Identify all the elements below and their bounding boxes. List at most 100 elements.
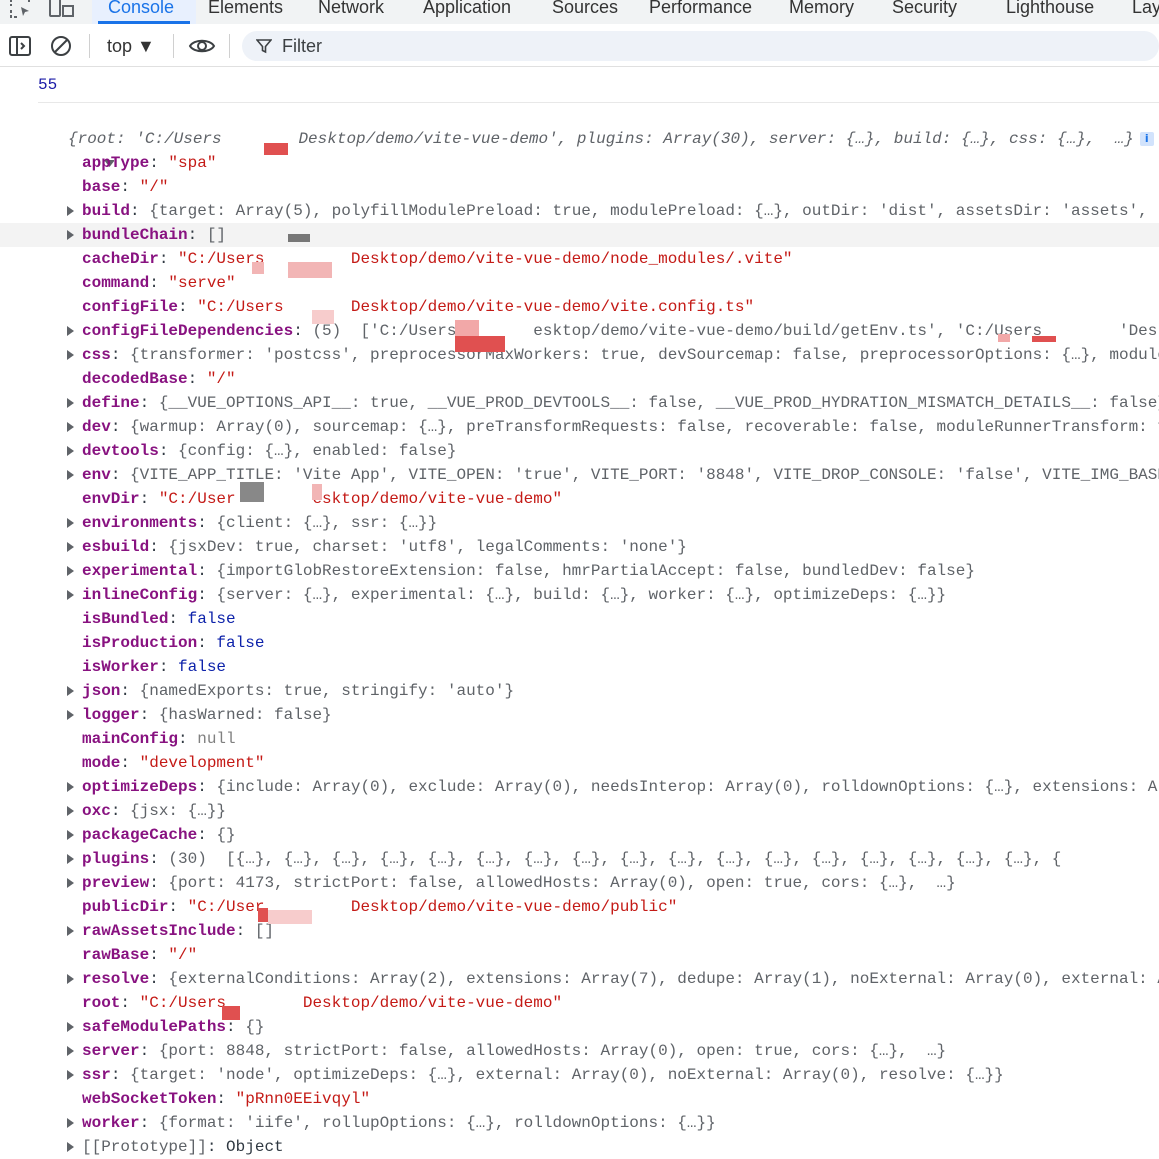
collapsed-triangle-icon[interactable] [66,319,76,343]
tab-network[interactable]: Network [318,0,384,18]
redaction-mark [998,334,1010,342]
property-row[interactable]: env: {VITE_APP_TITLE: 'Vite App', VITE_O… [0,463,1159,487]
property-separator: : [197,562,217,580]
filter-input[interactable]: Filter [242,31,1159,61]
property-row[interactable]: experimental: {importGlobRestoreExtensio… [0,559,1159,583]
property-row[interactable]: json: {namedExports: true, stringify: 'a… [0,679,1159,703]
collapsed-triangle-icon[interactable] [66,823,76,847]
collapsed-triangle-icon[interactable] [66,439,76,463]
collapsed-triangle-icon[interactable] [66,535,76,559]
tab-sources[interactable]: Sources [552,0,618,18]
tab-elements[interactable]: Elements [208,0,283,18]
property-row[interactable]: inlineConfig: {server: {…}, experimental… [0,583,1159,607]
tab-console[interactable]: Console [108,0,174,18]
collapsed-triangle-icon[interactable] [66,463,76,487]
property-separator: : [120,682,140,700]
property-value: "C:/Users Desktop/demo/vite-vue-demo/vit… [197,298,755,316]
property-value: {__VUE_OPTIONS_API__: true, __VUE_PROD_D… [158,394,1159,412]
live-expression-eye-icon[interactable] [188,34,216,58]
redaction-mark [1032,336,1056,342]
collapsed-triangle-icon[interactable] [66,967,76,991]
property-value: {VITE_APP_TITLE: 'Vite App', VITE_OPEN: … [130,466,1159,484]
collapsed-triangle-icon[interactable] [66,679,76,703]
property-separator: : [110,1066,131,1084]
property-row[interactable]: bundleChain: [] [0,223,1159,247]
collapsed-triangle-icon[interactable] [66,799,76,823]
property-row[interactable]: configFileDependencies: (5) ['C:/Users e… [0,319,1159,343]
property-value: {} [245,1018,265,1036]
tab-application[interactable]: Application [423,0,511,18]
property-value: {warmup: Array(0), sourcemap: {…}, preTr… [130,418,1159,436]
collapsed-triangle-icon[interactable] [66,871,76,895]
property-key: mode [82,754,121,772]
collapsed-triangle-icon[interactable] [66,919,76,943]
property-separator: : [235,922,255,940]
property-key: packageCache [82,826,198,844]
property-row[interactable]: plugins: (30) [{…}, {…}, {…}, {…}, {…}, … [0,847,1159,871]
property-row[interactable]: safeModulePaths: {} [0,1015,1159,1039]
collapsed-triangle-icon[interactable] [66,511,76,535]
redaction-mark [288,234,310,242]
collapsed-triangle-icon[interactable] [66,415,76,439]
sidebar-toggle-icon[interactable] [8,34,32,58]
tab-memory[interactable]: Memory [789,0,854,18]
property-row[interactable]: build: {target: Array(5), polyfillModule… [0,199,1159,223]
collapsed-triangle-icon[interactable] [66,223,76,247]
property-key: decodedBase [82,370,188,388]
property-key: optimizeDeps [82,778,198,796]
property-value: {} [216,826,236,844]
property-row[interactable]: devtools: {config: {…}, enabled: false} [0,439,1159,463]
collapsed-triangle-icon[interactable] [66,343,76,367]
collapsed-triangle-icon[interactable] [66,391,76,415]
collapsed-triangle-icon[interactable] [66,1135,76,1159]
tab-performance[interactable]: Performance [649,0,752,18]
property-row[interactable]: optimizeDeps: {include: Array(0), exclud… [0,775,1159,799]
property-row[interactable]: oxc: {jsx: {…}} [0,799,1159,823]
tab-security[interactable]: Security [892,0,957,18]
property-separator: : [149,946,169,964]
property-separator: : [139,1114,159,1132]
property-row[interactable]: logger: {hasWarned: false} [0,703,1159,727]
collapsed-triangle-icon[interactable] [66,1039,76,1063]
property-row[interactable]: preview: {port: 4173, strictPort: false,… [0,871,1159,895]
property-separator: : [197,586,217,604]
collapsed-triangle-icon[interactable] [66,775,76,799]
tab-layers[interactable]: Lay [1132,0,1159,18]
clear-console-icon[interactable] [49,34,73,58]
collapsed-triangle-icon[interactable] [66,703,76,727]
property-key: ssr [82,1066,111,1084]
collapsed-triangle-icon[interactable] [66,199,76,223]
inspect-element-icon[interactable] [8,0,32,20]
property-row[interactable]: packageCache: {} [0,823,1159,847]
property-value: {port: 4173, strictPort: false, allowedH… [168,874,956,892]
root-object-summary[interactable]: {root: 'C:/Users Desktop/demo/vite-vue-d… [0,127,1159,167]
property-row[interactable]: resolve: {externalConditions: Array(2), … [0,967,1159,991]
property-key: dev [82,418,111,436]
property-row[interactable]: ssr: {target: 'node', optimizeDeps: {…},… [0,1063,1159,1087]
property-row[interactable]: worker: {format: 'iife', rollupOptions: … [0,1111,1159,1135]
property-row[interactable]: rawAssetsInclude: [] [0,919,1159,943]
property-row[interactable]: [[Prototype]]: Object [0,1135,1159,1159]
property-row[interactable]: esbuild: {jsxDev: true, charset: 'utf8',… [0,535,1159,559]
info-icon[interactable]: i [1139,131,1154,146]
property-key: esbuild [82,538,150,556]
property-row[interactable]: define: {__VUE_OPTIONS_API__: true, __VU… [0,391,1159,415]
property-row[interactable]: css: {transformer: 'postcss', preprocess… [0,343,1159,367]
property-row[interactable]: environments: {client: {…}, ssr: {…}} [0,511,1159,535]
redaction-mark [222,1006,240,1020]
collapsed-triangle-icon[interactable] [66,1111,76,1135]
property-value: {target: Array(5), polyfillModulePreload… [149,202,1159,220]
property-row[interactable]: dev: {warmup: Array(0), sourcemap: {…}, … [0,415,1159,439]
property-row[interactable]: server: {port: 8848, strictPort: false, … [0,1039,1159,1063]
expanded-triangle-icon[interactable] [46,127,115,167]
tab-lighthouse[interactable]: Lighthouse [1006,0,1094,18]
collapsed-triangle-icon[interactable] [66,1015,76,1039]
device-toolbar-icon[interactable] [48,0,76,20]
context-selector[interactable]: top ▼ [107,34,155,58]
property-key: safeModulePaths [82,1018,227,1036]
collapsed-triangle-icon[interactable] [66,1063,76,1087]
collapsed-triangle-icon[interactable] [66,583,76,607]
redaction-mark [264,143,288,155]
collapsed-triangle-icon[interactable] [66,559,76,583]
collapsed-triangle-icon[interactable] [66,847,76,871]
